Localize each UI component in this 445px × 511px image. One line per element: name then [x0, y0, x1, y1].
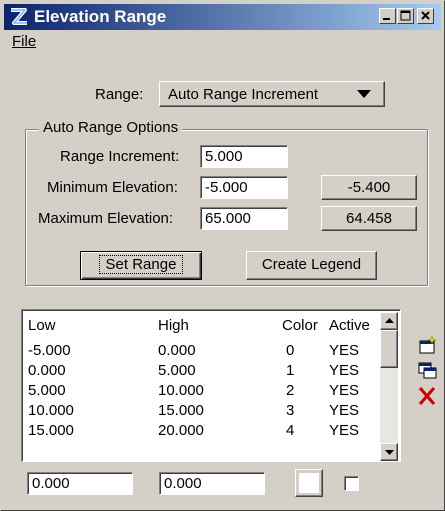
- maximize-button[interactable]: [397, 8, 414, 24]
- range-list[interactable]: Low High Color Active -5.000 0.000 0 YES…: [21, 309, 401, 462]
- microstation-logo-icon: [11, 8, 27, 25]
- cell-active: YES: [329, 422, 360, 439]
- range-increment-field[interactable]: 5.000: [200, 145, 288, 168]
- cell-high: 0.000: [158, 342, 196, 359]
- scroll-up-button[interactable]: [380, 312, 398, 330]
- list-header: Low High Color Active: [24, 316, 382, 335]
- maximum-elevation-field[interactable]: 65.000: [200, 207, 288, 230]
- list-item[interactable]: 15.000 20.000 4 YES: [24, 421, 382, 440]
- cell-color: 4: [286, 422, 295, 439]
- cell-active: YES: [329, 382, 360, 399]
- cell-low: -5.000: [28, 342, 71, 359]
- maximum-elevation-label: Maximum Elevation:: [38, 210, 174, 227]
- color-swatch: [299, 473, 319, 493]
- menu-bar: File: [4, 31, 441, 53]
- active-checkbox[interactable]: [344, 476, 359, 491]
- scroll-thumb[interactable]: [380, 330, 398, 368]
- cell-active: YES: [329, 342, 360, 359]
- cell-high: 20.000: [158, 422, 204, 439]
- range-dropdown[interactable]: Auto Range Increment: [159, 81, 385, 107]
- minimum-elevation-label: Minimum Elevation:: [47, 179, 178, 196]
- list-item[interactable]: 0.000 5.000 1 YES: [24, 361, 382, 380]
- maximum-elevation-button[interactable]: 64.458: [321, 206, 417, 231]
- delete-row-icon: [418, 387, 436, 405]
- cell-low: 10.000: [28, 402, 74, 419]
- copy-row-button[interactable]: [415, 360, 439, 382]
- cell-low: 0.000: [28, 362, 66, 379]
- cell-color: 0: [286, 342, 295, 359]
- low-edit-field[interactable]: 0.000: [27, 472, 133, 495]
- window-title: Elevation Range: [34, 7, 167, 26]
- list-item[interactable]: 10.000 15.000 3 YES: [24, 401, 382, 420]
- scroll-down-button[interactable]: [380, 443, 398, 461]
- cell-color: 1: [286, 362, 295, 379]
- elevation-range-window: Elevation Range File Range: Auto Range I…: [0, 0, 445, 511]
- cell-active: YES: [329, 402, 360, 419]
- range-dropdown-value: Auto Range Increment: [168, 86, 319, 103]
- arrow-up-icon: [385, 318, 394, 323]
- range-label: Range:: [95, 86, 144, 103]
- set-range-label: Set Range: [98, 255, 184, 274]
- cell-low: 5.000: [28, 382, 66, 399]
- copy-row-icon: [418, 362, 437, 379]
- color-swatch-button[interactable]: [295, 469, 323, 497]
- minimize-button[interactable]: [379, 8, 396, 24]
- cell-color: 2: [286, 382, 295, 399]
- cell-high: 15.000: [158, 402, 204, 419]
- list-item[interactable]: 5.000 10.000 2 YES: [24, 381, 382, 400]
- minimum-elevation-field[interactable]: -5.000: [200, 176, 288, 199]
- create-legend-button[interactable]: Create Legend: [246, 251, 377, 280]
- close-button[interactable]: [417, 8, 434, 24]
- high-edit-field[interactable]: 0.000: [159, 472, 265, 495]
- cell-high: 5.000: [158, 362, 196, 379]
- header-high: High: [158, 317, 189, 334]
- set-range-button[interactable]: Set Range: [80, 251, 202, 280]
- menu-file[interactable]: File: [12, 33, 36, 50]
- maximize-icon: [400, 10, 411, 21]
- list-item[interactable]: -5.000 0.000 0 YES: [24, 341, 382, 360]
- add-row-button[interactable]: [415, 335, 439, 357]
- cell-high: 10.000: [158, 382, 204, 399]
- add-row-icon: [419, 335, 437, 354]
- minimize-icon: [383, 18, 390, 20]
- delete-row-button[interactable]: [415, 385, 439, 407]
- cell-color: 3: [286, 402, 295, 419]
- chevron-down-icon: [357, 90, 371, 98]
- range-list-content: Low High Color Active -5.000 0.000 0 YES…: [24, 312, 382, 461]
- range-increment-label: Range Increment:: [60, 148, 180, 165]
- menu-file-label: File: [12, 33, 37, 50]
- arrow-down-icon: [385, 450, 394, 455]
- header-low: Low: [28, 317, 56, 334]
- title-bar[interactable]: Elevation Range: [4, 4, 441, 30]
- close-icon: [421, 11, 430, 20]
- minimum-elevation-button[interactable]: -5.400: [321, 175, 417, 200]
- cell-low: 15.000: [28, 422, 74, 439]
- header-color: Color: [282, 317, 318, 334]
- list-scrollbar[interactable]: [380, 312, 398, 461]
- cell-active: YES: [329, 362, 360, 379]
- auto-range-options-title: Auto Range Options: [39, 119, 183, 136]
- header-active: Active: [329, 317, 370, 334]
